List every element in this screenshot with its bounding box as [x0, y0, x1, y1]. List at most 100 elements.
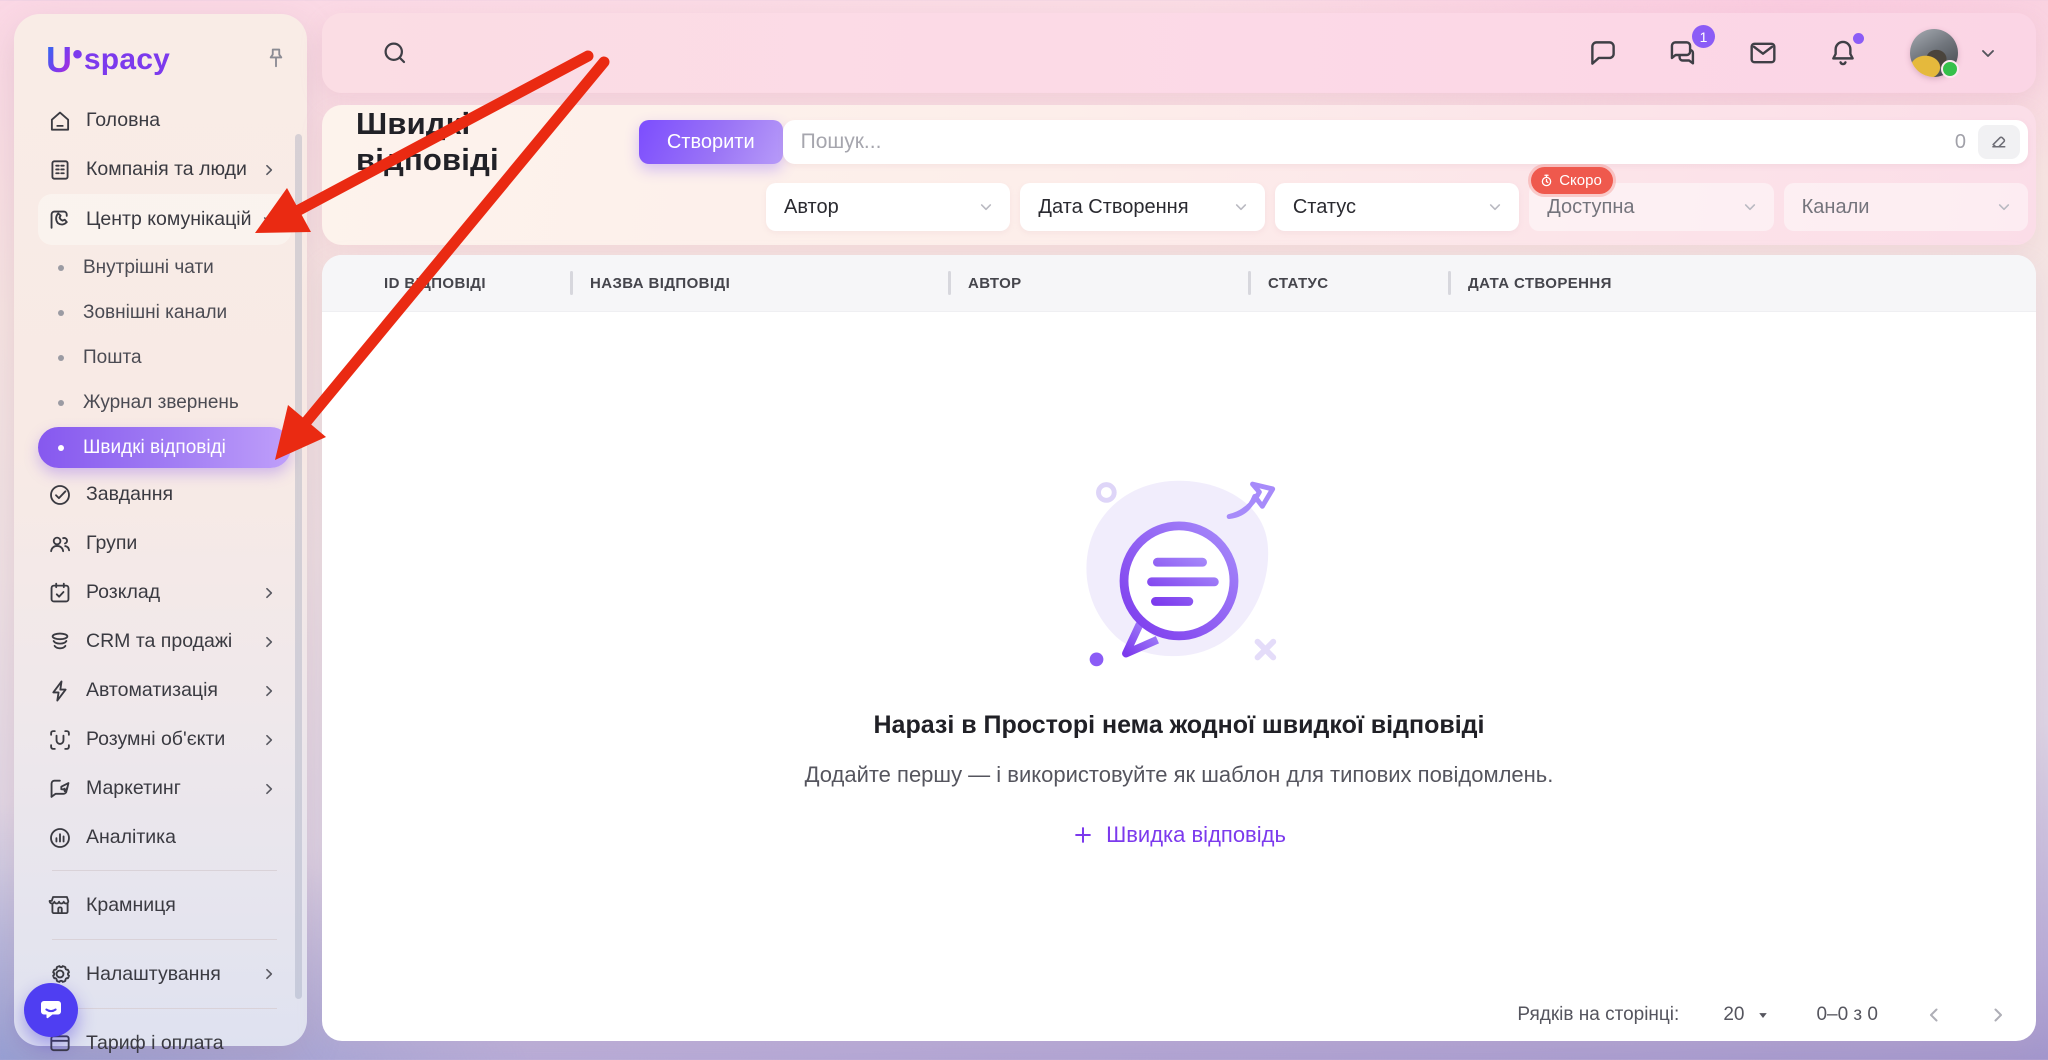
sidebar-item-settings[interactable]: Налаштування: [38, 948, 291, 1000]
support-chat-button[interactable]: [24, 983, 78, 1037]
column-header[interactable]: СТАТУС: [1248, 255, 1448, 311]
sidebar-nav: Головна Компанія та люди Центр комунікац…: [14, 96, 307, 1060]
sidebar-item-analytics[interactable]: Аналітика: [38, 813, 291, 862]
column-header[interactable]: ID ВІДПОВІДІ: [322, 255, 570, 311]
chevron-down-icon: [1485, 197, 1505, 217]
chevron-right-icon: [259, 632, 279, 652]
search-input[interactable]: [800, 130, 1943, 154]
filter-label: Доступна: [1547, 195, 1635, 218]
automation-icon: [47, 678, 73, 704]
sidebar-item-quick-replies[interactable]: Швидкі відповіді: [38, 427, 291, 468]
sidebar-header: U • spacy: [14, 14, 307, 96]
pagination-controls: [1922, 1003, 2010, 1027]
sidebar-item-label: CRM та продажі: [86, 630, 233, 652]
sidebar-item-label: Крамниця: [86, 893, 176, 916]
crm-icon: [47, 629, 73, 655]
sidebar-item-smart-objects[interactable]: Розумні об'єкти: [38, 715, 291, 764]
add-quick-reply-label: Швидка відповідь: [1106, 822, 1286, 847]
filter-created-date[interactable]: Дата Створення: [1020, 183, 1265, 231]
chevron-right-icon: [259, 681, 279, 701]
chevron-down-icon: [259, 210, 279, 230]
sidebar-item-label: Головна: [86, 109, 161, 131]
page-header: Швидкі відповіді Створити 0 Автор Дата С…: [322, 105, 2036, 245]
company-icon: [47, 157, 73, 183]
filter-label: Автор: [784, 195, 839, 218]
chevron-right-icon: [259, 160, 279, 180]
group-chats-icon[interactable]: 1: [1666, 25, 1715, 70]
uspacy-logo[interactable]: U • spacy: [46, 38, 170, 81]
column-header[interactable]: АВТОР: [948, 255, 1248, 311]
notification-dot: [1853, 33, 1864, 44]
chevron-down-icon[interactable]: [1976, 41, 2000, 65]
create-button[interactable]: Створити: [638, 120, 783, 164]
add-quick-reply-link[interactable]: Швидка відповідь: [1072, 822, 1286, 848]
filter-label: Дата Створення: [1038, 195, 1189, 218]
bullet-icon: [58, 444, 64, 451]
chevron-right-icon: [259, 779, 279, 799]
sidebar-item-label: Тариф і оплата: [86, 1031, 224, 1054]
chevron-down-icon: [1231, 197, 1251, 217]
chevron-down-icon: [1994, 197, 2014, 217]
sidebar-item-groups[interactable]: Групи: [38, 519, 291, 568]
sidebar-item-external-channels[interactable]: Зовнішні канали: [38, 290, 291, 335]
page-title: Швидкі відповіді: [356, 106, 499, 177]
empty-state-title: Наразі в Просторі нема жодної швидкої ві…: [873, 711, 1485, 739]
filter-channels[interactable]: Канали: [1783, 183, 2029, 231]
empty-state: Наразі в Просторі нема жодної швидкої ві…: [322, 465, 2036, 848]
sidebar-item-comms-center[interactable]: Центр комунікацій: [38, 194, 291, 245]
chat-bubble-icon: [41, 1001, 61, 1019]
search-result-count: 0: [1954, 130, 1966, 153]
sidebar-item-shop[interactable]: Крамниця: [38, 879, 291, 931]
sidebar-item-schedule[interactable]: Розклад: [38, 568, 291, 617]
topbar-actions: 1: [1586, 25, 2000, 78]
sidebar-item-requests-log[interactable]: Журнал звернень: [38, 380, 291, 425]
sidebar-item-mail[interactable]: Пошта: [38, 335, 291, 380]
mail-icon[interactable]: [1746, 36, 1780, 70]
column-header[interactable]: ДАТА СТВОРЕННЯ: [1448, 255, 2036, 311]
sidebar-scrollbar[interactable]: [295, 134, 302, 999]
sidebar-item-company-people[interactable]: Компанія та люди: [38, 145, 291, 194]
sidebar-item-internal-chats[interactable]: Внутрішні чати: [38, 245, 291, 290]
next-page-button[interactable]: [1986, 1003, 2010, 1027]
filter-available[interactable]: Скоро Доступна: [1529, 167, 1774, 231]
sidebar-item-marketing[interactable]: Маркетинг: [38, 764, 291, 813]
sidebar-item-crm-sales[interactable]: CRM та продажі: [38, 617, 291, 666]
sidebar-item-tasks[interactable]: Завдання: [38, 470, 291, 519]
messages-badge: 1: [1692, 25, 1715, 48]
search-field: 0: [782, 120, 2028, 164]
previous-page-button[interactable]: [1922, 1003, 1946, 1027]
sidebar-item-home[interactable]: Головна: [38, 96, 291, 145]
sidebar-item-label: Автоматизація: [86, 679, 218, 701]
chat-icon[interactable]: [1586, 36, 1620, 70]
logo-letter: U: [46, 39, 73, 80]
logo-dot: •: [72, 38, 83, 71]
shop-icon: [47, 892, 73, 918]
sidebar-item-automation[interactable]: Автоматизація: [38, 666, 291, 715]
bell-icon[interactable]: [1826, 33, 1864, 70]
plus-icon: [1075, 827, 1091, 843]
filter-author[interactable]: Автор: [766, 183, 1011, 231]
quick-replies-table: ID ВІДПОВІДІ НАЗВА ВІДПОВІДІ АВТОР СТАТУС ДА…: [322, 255, 2036, 1041]
sidebar-item-label: Центр комунікацій: [86, 208, 252, 230]
topbar: 1: [322, 13, 2036, 93]
table-header-row: ID ВІДПОВІДІ НАЗВА ВІДПОВІДІ АВТОР СТАТУС ДА…: [322, 255, 2036, 312]
sidebar-item-label: Розклад: [86, 581, 161, 603]
pin-icon[interactable]: [263, 45, 289, 76]
sidebar-item-label: Маркетинг: [86, 777, 181, 799]
chevron-down-icon: [1740, 197, 1760, 217]
clear-search-button[interactable]: [1978, 125, 2020, 159]
sidebar-item-label: Групи: [86, 532, 138, 554]
rows-per-page-select[interactable]: 20: [1723, 1004, 1772, 1026]
sidebar-item-billing[interactable]: Тариф і оплата: [38, 1017, 291, 1060]
filter-status[interactable]: Статус: [1274, 183, 1520, 231]
table-footer: Рядків на сторінці: 20 0–0 з 0: [1517, 1003, 2010, 1027]
chevron-down-icon: [976, 197, 996, 217]
comms-icon: [47, 207, 73, 233]
search-icon[interactable]: [380, 38, 410, 68]
bullet-icon: [58, 309, 64, 316]
profile-area: [1910, 29, 2000, 78]
sidebar: U • spacy Головна Компанія та люди Центр к…: [14, 14, 307, 1054]
column-header[interactable]: НАЗВА ВІДПОВІДІ: [570, 255, 948, 311]
avatar[interactable]: [1910, 29, 1959, 78]
pagination-range: 0–0 з 0: [1816, 1004, 1878, 1025]
